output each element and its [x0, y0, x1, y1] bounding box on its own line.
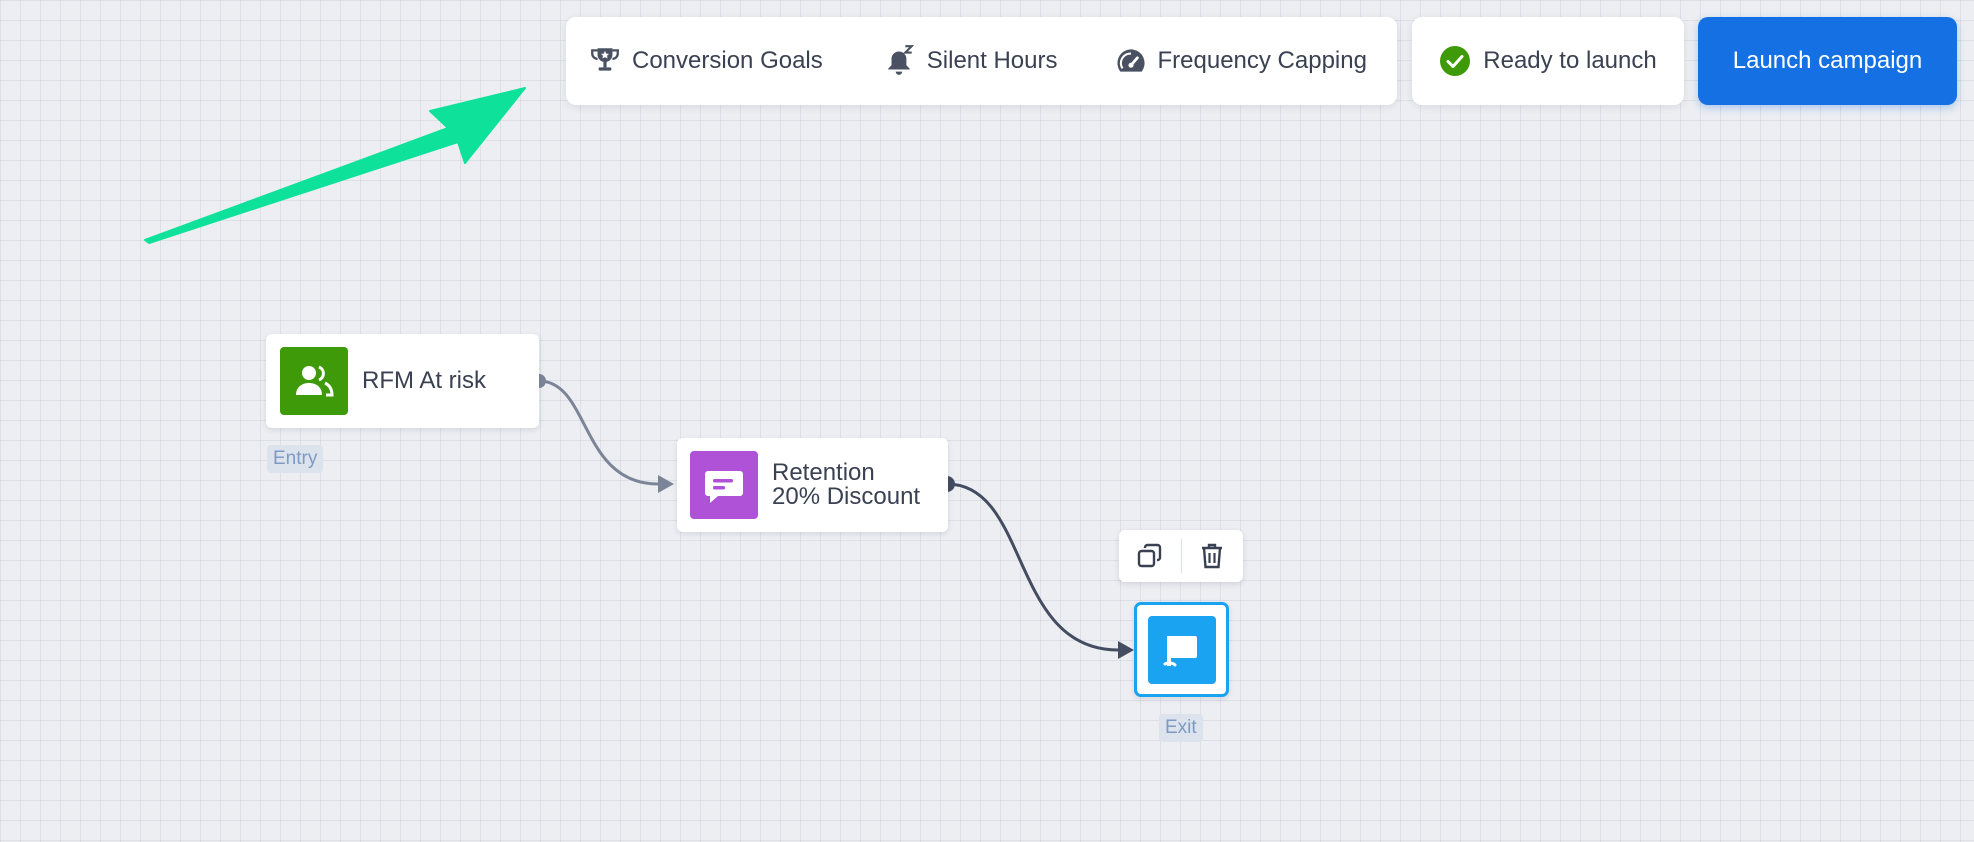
launch-status: Ready to launch: [1412, 17, 1684, 105]
launch-status-label: Ready to launch: [1483, 47, 1657, 74]
edge-arrowhead: [1118, 641, 1134, 659]
flag-icon: [1163, 635, 1197, 666]
edge-message-to-exit: [946, 482, 1119, 652]
trash-icon: [1202, 543, 1223, 569]
edge-arrowhead: [658, 475, 674, 493]
exit-node-icon-box: [1147, 615, 1216, 684]
duplicate-node-button[interactable]: [1119, 530, 1181, 582]
frequency-capping-label: Frequency Capping: [1157, 47, 1367, 74]
bell-sleep-icon: [888, 45, 915, 75]
edge-entry-to-message: [538, 379, 659, 486]
entry-node[interactable]: RFM At risk: [266, 334, 539, 428]
entry-node-label: RFM At risk: [362, 367, 486, 394]
silent-hours-button[interactable]: Silent Hours: [883, 44, 1058, 78]
message-icon: [705, 471, 743, 503]
exit-node[interactable]: [1134, 602, 1229, 697]
annotation-arrow: [144, 87, 526, 244]
launch-campaign-button[interactable]: Launch campaign: [1698, 17, 1957, 105]
trophy-icon: [591, 48, 619, 71]
message-node[interactable]: Retention 20% Discount: [677, 438, 948, 532]
message-node-icon-box: [690, 451, 758, 519]
users-icon: [296, 365, 334, 397]
frequency-capping-button[interactable]: Frequency Capping: [1114, 44, 1367, 78]
speedometer-icon: [1116, 49, 1145, 72]
entry-node-icon-box: [280, 347, 348, 415]
delete-node-button[interactable]: [1182, 530, 1244, 582]
check-circle-icon: [1440, 46, 1471, 76]
silent-hours-label: Silent Hours: [926, 47, 1058, 74]
conversion-goals-button[interactable]: Conversion Goals: [588, 44, 823, 78]
message-node-title: Retention: [772, 459, 875, 486]
conversion-goals-label: Conversion Goals: [632, 47, 823, 74]
message-node-subtitle: 20% Discount: [772, 483, 921, 510]
exit-tag: Exit: [1159, 714, 1203, 742]
campaign-toolbar: Conversion Goals Silent Hours Frequency …: [566, 17, 1397, 105]
copy-icon: [1137, 543, 1161, 568]
node-actions-popover: [1119, 530, 1243, 582]
entry-tag: Entry: [267, 445, 324, 473]
